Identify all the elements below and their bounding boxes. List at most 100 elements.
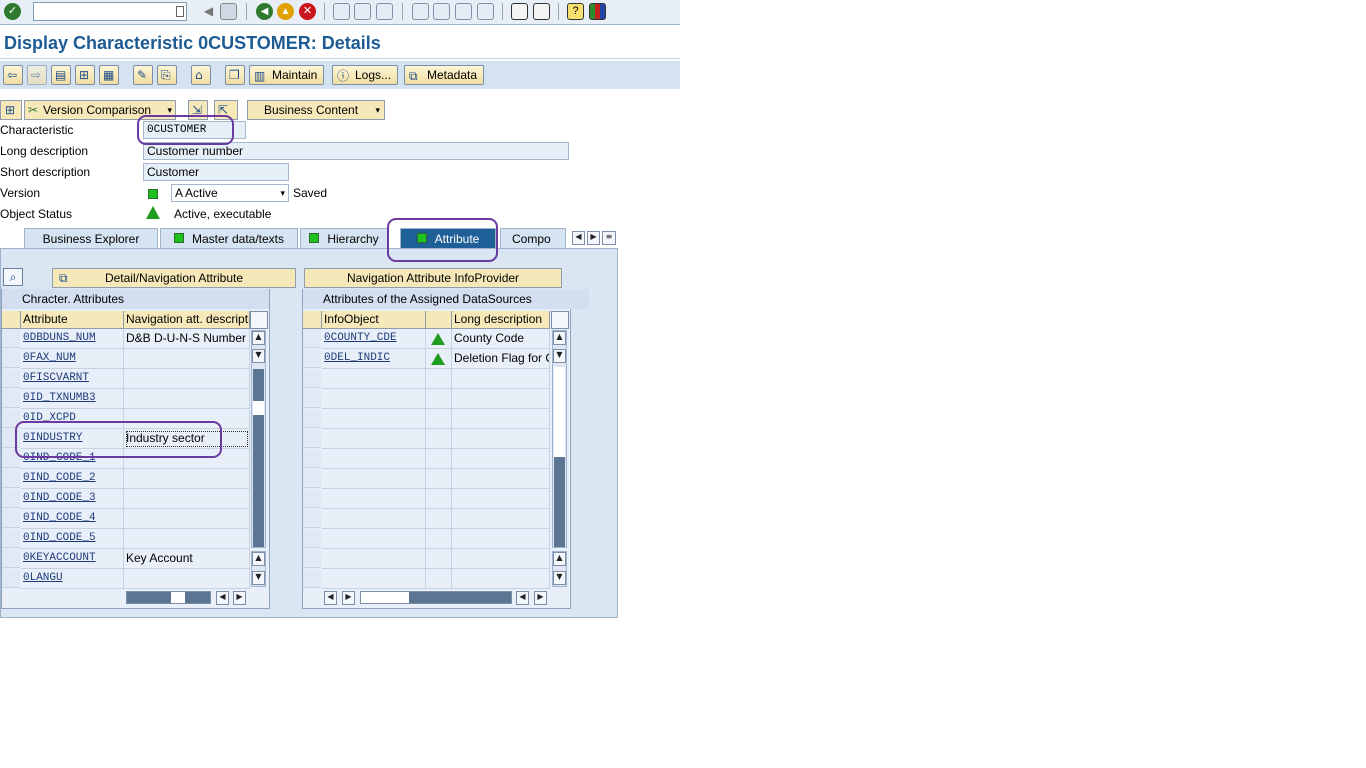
row-selector[interactable] (303, 489, 321, 508)
table-row-navigation-description[interactable]: D&B D-U-N-S Number (124, 329, 250, 349)
table-row-long-description[interactable] (452, 389, 550, 409)
infoobject-link[interactable]: 0COUNTY_CDE (324, 332, 397, 344)
left-vertical-scrollbar[interactable]: ▲ ▼ (251, 330, 266, 548)
zoom-icon[interactable]: ⌕ (3, 268, 23, 286)
back-arrow-icon[interactable]: ◀ (200, 3, 217, 20)
row-selector[interactable] (2, 329, 20, 348)
column-config-icon[interactable] (250, 311, 268, 329)
table-row-infoobject[interactable] (322, 549, 426, 569)
tab-hierarchy[interactable]: Hierarchy (300, 228, 388, 248)
table-row-attribute[interactable]: 0LANGU (21, 569, 124, 589)
row-selector[interactable] (303, 329, 321, 348)
tab-scroll-left-icon[interactable]: ◀ (572, 231, 585, 245)
table-row-attribute[interactable]: 0KEYACCOUNT (21, 549, 124, 569)
row-selector[interactable] (303, 349, 321, 368)
scroll-left-icon[interactable]: ◀ (216, 591, 229, 605)
scroll-up-icon[interactable]: ▲ (252, 552, 265, 566)
table-row-attribute[interactable]: 0DBDUNS_NUM (21, 329, 124, 349)
table-row-infoobject[interactable] (322, 489, 426, 509)
row-selector[interactable] (303, 449, 321, 468)
table-row-infoobject[interactable] (322, 369, 426, 389)
column-header-attribute[interactable]: Attribute (21, 311, 124, 329)
print-icon[interactable] (333, 3, 350, 20)
scroll-thumb[interactable] (253, 401, 264, 415)
exit-icon[interactable]: ▲ (277, 3, 294, 20)
scroll-up-icon[interactable]: ▲ (553, 331, 566, 345)
maintain-button[interactable]: ▥ Maintain (249, 65, 325, 85)
short-description-field[interactable]: Customer (143, 163, 289, 181)
scroll-down-icon[interactable]: ▼ (252, 349, 265, 363)
cancel-icon[interactable]: ✕ (299, 3, 316, 20)
find-icon[interactable] (354, 3, 371, 20)
logs-button[interactable]: ⓘ Logs... (332, 65, 399, 85)
forward-button[interactable]: ⇨ (27, 65, 47, 85)
table-row-long-description[interactable] (452, 409, 550, 429)
table-row-attribute[interactable]: 0IND_CODE_2 (21, 469, 124, 489)
table-row-infoobject[interactable] (322, 429, 426, 449)
table-row-navigation-description[interactable] (124, 349, 250, 369)
scroll-thumb[interactable] (171, 592, 185, 603)
left-lower-scrollbar[interactable]: ▲ ▼ (251, 551, 266, 587)
detail-navigation-attribute-button[interactable]: ⧉ Detail/Navigation Attribute (52, 268, 296, 288)
row-selector[interactable] (303, 389, 321, 408)
activate-button[interactable]: ⌂ (191, 65, 211, 85)
table-row-long-description[interactable] (452, 369, 550, 389)
table-row-infoobject[interactable] (322, 389, 426, 409)
copy-button[interactable]: ❐ (225, 65, 245, 85)
scroll-right-icon[interactable]: ▶ (342, 591, 355, 605)
row-selector[interactable] (2, 389, 20, 408)
business-content-button[interactable]: Business Content ▾ (247, 100, 385, 120)
right-horizontal-scrollbar[interactable] (360, 591, 512, 604)
table-row-long-description[interactable] (452, 489, 550, 509)
metadata-button[interactable]: ⧉ Metadata (404, 65, 485, 85)
attribute-link[interactable]: 0FISCVARNT (23, 372, 89, 384)
row-selector[interactable] (303, 469, 321, 488)
row-selector[interactable] (303, 529, 321, 548)
scroll-up-icon[interactable]: ▲ (553, 552, 566, 566)
attribute-link[interactable]: 0IND_CODE_4 (23, 512, 96, 524)
layout-icon[interactable] (589, 3, 606, 20)
scroll-down-icon[interactable]: ▼ (252, 571, 265, 585)
help-icon[interactable]: ? (567, 3, 584, 20)
table-row-navigation-description[interactable] (124, 369, 250, 389)
scroll-right-icon[interactable]: ▶ (233, 591, 246, 605)
right-lower-scrollbar[interactable]: ▲ ▼ (552, 551, 567, 587)
shortcut-icon[interactable] (533, 3, 550, 20)
row-selector[interactable] (2, 369, 20, 388)
back-button[interactable]: ⇦ (3, 65, 23, 85)
row-selector[interactable] (2, 569, 20, 588)
table-row-infoobject[interactable]: 0DEL_INDIC (322, 349, 426, 369)
attribute-link[interactable]: 0KEYACCOUNT (23, 552, 96, 564)
table-row-attribute[interactable]: 0FISCVARNT (21, 369, 124, 389)
table-row-long-description[interactable] (452, 509, 550, 529)
hierarchy-button[interactable]: ⊞ (75, 65, 95, 85)
back-nav-icon[interactable]: ◀ (256, 3, 273, 20)
enter-icon[interactable]: ✓ (4, 3, 21, 20)
table-row-attribute[interactable]: 0FAX_NUM (21, 349, 124, 369)
scroll-right-icon[interactable]: ▶ (534, 591, 547, 605)
table-button[interactable]: ▦ (99, 65, 119, 85)
table-row-infoobject[interactable] (322, 529, 426, 549)
column-header-infoobject[interactable]: InfoObject (322, 311, 426, 329)
tab-business-explorer[interactable]: Business Explorer (24, 228, 158, 248)
row-selector[interactable] (303, 569, 321, 588)
table-row-long-description[interactable]: County Code (452, 329, 550, 349)
tab-compounding[interactable]: Compo (500, 228, 566, 248)
table-row-navigation-description[interactable] (124, 529, 250, 549)
select-all-cell[interactable] (2, 311, 21, 329)
row-selector[interactable] (2, 349, 20, 368)
first-page-icon[interactable] (412, 3, 429, 20)
check-button[interactable]: ⎘ (157, 65, 177, 85)
display-change-button[interactable]: ✎ (133, 65, 153, 85)
table-row-navigation-description[interactable] (124, 469, 250, 489)
table-row-navigation-description[interactable] (124, 569, 250, 589)
table-row-infoobject[interactable] (322, 569, 426, 589)
scroll-thumb[interactable] (361, 592, 409, 603)
table-row-navigation-description[interactable] (124, 489, 250, 509)
table-row-infoobject[interactable]: 0COUNTY_CDE (322, 329, 426, 349)
table-row-navigation-description[interactable] (124, 389, 250, 409)
column-header-status[interactable] (426, 311, 452, 329)
row-selector[interactable] (2, 549, 20, 568)
attribute-link[interactable]: 0IND_CODE_2 (23, 472, 96, 484)
tab-list-icon[interactable]: ≡ (602, 231, 616, 245)
